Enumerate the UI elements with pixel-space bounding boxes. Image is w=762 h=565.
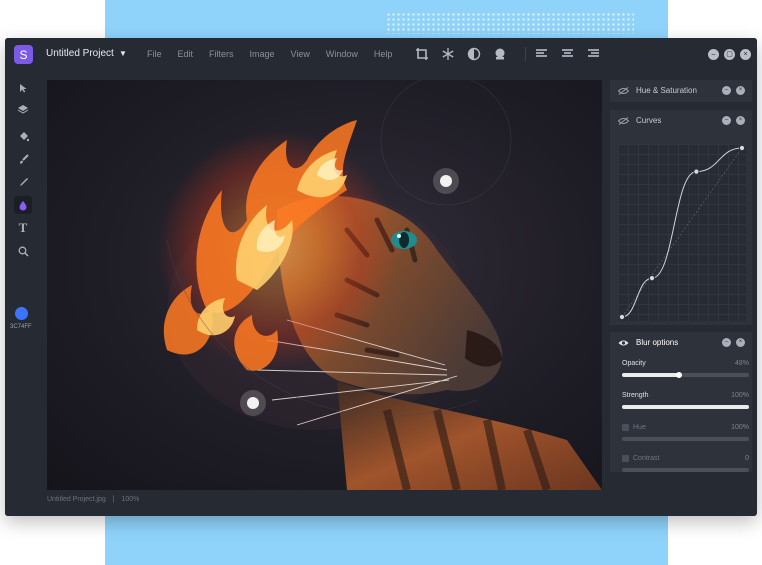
panel-title: Curves xyxy=(636,116,662,125)
close-icon[interactable]: × xyxy=(740,49,751,60)
curve-control-point[interactable] xyxy=(693,168,700,175)
menu-image[interactable]: Image xyxy=(250,49,275,59)
menu-edit[interactable]: Edit xyxy=(178,49,194,59)
hue-label: Hue xyxy=(633,424,646,431)
menu-bar: File Edit Filters Image View Window Help xyxy=(147,49,408,59)
panel-title: Hue & Saturation xyxy=(636,86,697,95)
hidden-eye-icon[interactable] xyxy=(618,87,629,95)
blur-options-panel: Blur options – × Opacity 48% Strength 10… xyxy=(610,332,752,472)
menu-view[interactable]: View xyxy=(291,49,310,59)
stamp-icon[interactable] xyxy=(493,47,507,61)
strength-value: 100% xyxy=(731,392,749,399)
color-hex-label: 3C74FF xyxy=(10,324,32,330)
menu-filters[interactable]: Filters xyxy=(209,49,234,59)
toolbar-separator xyxy=(525,47,526,61)
opacity-label: Opacity xyxy=(622,360,646,367)
strength-label: Strength xyxy=(622,392,649,399)
close-icon[interactable]: × xyxy=(736,116,745,125)
menu-file[interactable]: File xyxy=(147,49,162,59)
contrast-slider[interactable] xyxy=(622,468,749,472)
hue-slider[interactable] xyxy=(622,437,749,441)
minimize-icon[interactable]: – xyxy=(722,338,731,347)
pointer-icon[interactable] xyxy=(14,79,32,97)
align-left-icon[interactable] xyxy=(536,49,547,59)
image-canvas[interactable] xyxy=(47,80,602,490)
chevron-down-icon[interactable]: ▼ xyxy=(119,49,127,58)
status-separator: | xyxy=(112,496,115,503)
minimize-icon[interactable]: – xyxy=(722,116,731,125)
minimize-icon[interactable]: – xyxy=(722,86,731,95)
status-zoom: 100% xyxy=(121,496,140,503)
fill-bucket-icon[interactable] xyxy=(14,127,32,145)
hidden-eye-icon[interactable] xyxy=(618,117,629,125)
brush-icon[interactable] xyxy=(14,150,32,168)
left-toolbar: T 3C74FF ••• xyxy=(5,71,43,516)
curve-control-point[interactable] xyxy=(738,144,746,152)
hue-checkbox[interactable] xyxy=(622,424,629,431)
menu-window[interactable]: Window xyxy=(326,49,358,59)
panel-header[interactable]: Blur options – × xyxy=(610,332,752,354)
color-swatch[interactable] xyxy=(15,307,28,320)
eye-icon[interactable] xyxy=(618,339,629,347)
opacity-value: 48% xyxy=(734,360,749,367)
text-icon[interactable]: T xyxy=(14,219,32,237)
hue-value: 100% xyxy=(731,424,749,431)
status-bar: Untitled Project.jpg | 100% xyxy=(47,496,144,503)
zoom-icon[interactable] xyxy=(14,242,32,260)
curves-plot[interactable] xyxy=(618,144,746,321)
snowflake-icon[interactable] xyxy=(441,47,455,61)
contrast-value: 0 xyxy=(745,455,749,462)
editor-window: S Untitled Project ▼ File Edit Filters I… xyxy=(5,38,757,516)
align-center-icon[interactable] xyxy=(562,49,573,59)
pen-icon[interactable] xyxy=(14,173,32,191)
title-bar: S Untitled Project ▼ File Edit Filters I… xyxy=(5,38,757,71)
drop-icon[interactable] xyxy=(14,196,32,214)
curves-graph[interactable] xyxy=(618,144,746,321)
opacity-slider-handle[interactable] xyxy=(676,372,683,378)
crop-icon[interactable] xyxy=(415,47,429,61)
layers-icon[interactable] xyxy=(14,100,32,118)
curves-baseline xyxy=(621,147,743,318)
opacity-slider-fill xyxy=(622,373,680,377)
menu-help[interactable]: Help xyxy=(374,49,393,59)
panel-header[interactable]: Hue & Saturation – × xyxy=(610,80,752,102)
align-right-icon[interactable] xyxy=(588,49,599,59)
panel-title: Blur options xyxy=(636,338,679,347)
maximize-icon[interactable]: ▢ xyxy=(724,49,735,60)
strength-slider[interactable] xyxy=(622,405,749,409)
contrast-checkbox[interactable] xyxy=(622,455,629,462)
minimize-icon[interactable]: – xyxy=(708,49,719,60)
contrast-label: Contrast xyxy=(633,455,660,462)
contrast-icon[interactable] xyxy=(467,47,481,61)
close-icon[interactable]: × xyxy=(736,86,745,95)
app-logo[interactable]: S xyxy=(14,45,33,64)
status-file-name: Untitled Project.jpg xyxy=(47,496,106,503)
tiger-artwork xyxy=(157,80,602,490)
close-icon[interactable]: × xyxy=(736,338,745,347)
strength-slider-fill xyxy=(622,405,749,409)
curve-control-point[interactable] xyxy=(648,275,656,282)
panel-header[interactable]: Curves – × xyxy=(610,110,752,132)
project-title[interactable]: Untitled Project xyxy=(46,48,114,59)
curve-control-point[interactable] xyxy=(618,313,626,321)
backdrop-dot-pattern xyxy=(386,12,634,34)
hue-saturation-panel: Hue & Saturation – × xyxy=(610,80,752,102)
opacity-slider[interactable] xyxy=(622,372,749,378)
